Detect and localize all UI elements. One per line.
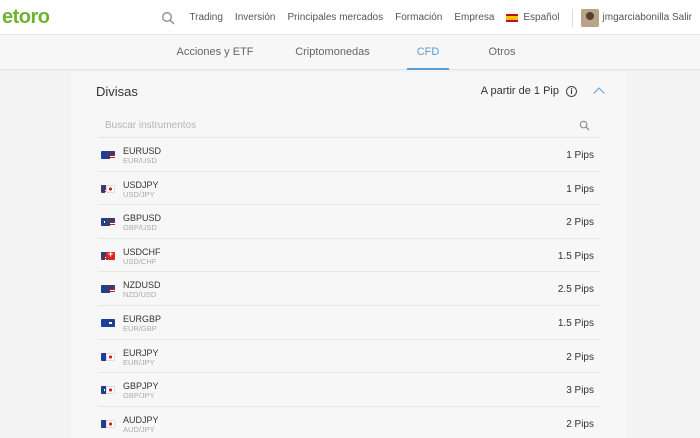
nav-formacion[interactable]: Formación: [395, 12, 442, 23]
market-tabs: Acciones y ETF Criptomonedas CFD Otros: [0, 35, 700, 70]
instrument-pair: GBP/JPY: [123, 391, 155, 401]
divisas-panel: Divisas A partir de 1 Pip i EURUSDEUR/US…: [71, 72, 627, 438]
panel-header-right: A partir de 1 Pip i: [480, 85, 605, 99]
instrument-symbol[interactable]: EURGBP: [123, 314, 161, 324]
instrument-symbol[interactable]: NZDUSD: [123, 280, 161, 290]
spread-label: A partir de 1 Pip: [480, 85, 559, 97]
instrument-symbol[interactable]: AUDJPY: [123, 415, 159, 425]
instrument-spread: 2 Pips: [566, 351, 594, 363]
avatar[interactable]: [580, 8, 599, 27]
list-item[interactable]: USDJPY USD/JPY 1 Pips: [98, 172, 600, 206]
instrument-symbol[interactable]: EURUSD: [123, 146, 161, 156]
instrument-pair: AUD/JPY: [123, 424, 155, 434]
currency-flags-icon: [101, 352, 115, 361]
instrument-symbol[interactable]: EURJPY: [123, 348, 159, 358]
nav-empresa[interactable]: Empresa: [454, 12, 494, 23]
instrument-spread: 1 Pips: [566, 183, 594, 195]
spain-flag-icon[interactable]: [506, 13, 519, 22]
info-icon[interactable]: i: [566, 85, 577, 97]
currency-flags-icon: [101, 184, 115, 193]
tab-otros[interactable]: Otros: [482, 35, 522, 70]
chevron-up-icon[interactable]: [593, 87, 605, 99]
list-item[interactable]: USDCHFUSD/CHF 1.5 Pips: [98, 239, 600, 273]
instrument-spread: 1 Pips: [566, 150, 594, 161]
panel-title: Divisas: [96, 84, 138, 99]
instrument-spread: 1.5 Pips: [557, 250, 594, 262]
tab-criptomonedas[interactable]: Criptomonedas: [290, 35, 375, 70]
search-icon[interactable]: [161, 11, 175, 25]
instrument-spread: 2 Pips: [566, 217, 594, 229]
list-item[interactable]: EURGBP EUR/GBP 1.5 Pips: [98, 306, 600, 340]
nav-trading[interactable]: Trading: [189, 12, 223, 23]
search-input[interactable]: [98, 114, 558, 136]
tab-cfd[interactable]: CFD: [407, 35, 449, 70]
list-item[interactable]: EURUSD EUR/USD 1 Pips: [98, 138, 600, 172]
instrument-symbol[interactable]: USDJPY: [123, 180, 159, 190]
instrument-pair: EUR/USD: [123, 156, 157, 165]
instrument-spread: 1.5 Pips: [557, 317, 594, 329]
instrument-spread: 2 Pips: [566, 418, 594, 430]
search-icon[interactable]: [579, 120, 590, 131]
etoro-logo[interactable]: etoro: [2, 6, 50, 29]
instrument-pair: GBP/USD: [123, 223, 157, 233]
list-item[interactable]: GBPJPY GBP/JPY 3 Pips: [98, 373, 600, 407]
currency-flags-icon: [101, 151, 115, 159]
list-item[interactable]: NZDUSD NZD/USD 2.5 Pips: [98, 272, 600, 306]
currency-flags-icon: [101, 218, 115, 227]
tab-acciones-etf[interactable]: Acciones y ETF: [170, 35, 260, 70]
top-header: etoro Trading Inversión Principales merc…: [0, 0, 700, 35]
instrument-symbol[interactable]: USDCHF: [123, 247, 161, 257]
instrument-spread: 2.5 Pips: [557, 284, 594, 296]
currency-flags-icon: [101, 386, 115, 395]
instrument-pair: EUR/GBP: [123, 323, 157, 333]
nav-principales-mercados[interactable]: Principales mercados: [288, 12, 384, 23]
language-selector[interactable]: Español: [523, 12, 559, 23]
instrument-pair: USD/JPY: [123, 189, 155, 199]
instrument-pair: EUR/JPY: [123, 357, 155, 367]
list-item[interactable]: EURJPY EUR/JPY 2 Pips: [98, 340, 600, 374]
instrument-pair: USD/CHF: [123, 256, 157, 266]
list-item[interactable]: GBPUSD GBP/USD 2 Pips: [98, 205, 600, 239]
main-nav: Trading Inversión Principales mercados F…: [161, 0, 700, 35]
instrument-search: [98, 114, 600, 138]
instrument-list: EURUSD EUR/USD 1 Pips USDJPY USD/JPY 1 Pips GB…: [98, 138, 600, 438]
instrument-spread: 3 Pips: [566, 385, 594, 397]
instrument-pair: NZD/USD: [123, 290, 157, 300]
instrument-symbol[interactable]: GBPJPY: [123, 381, 159, 391]
instrument-symbol[interactable]: GBPUSD: [123, 213, 161, 223]
currency-flags-icon: [101, 318, 115, 327]
header-divider: [571, 8, 573, 27]
currency-flags-icon: [101, 251, 115, 260]
user-menu[interactable]: jmgarciabonilla Salir: [603, 12, 692, 23]
list-item[interactable]: AUDJPY AUD/JPY 2 Pips: [98, 407, 600, 438]
nav-inversion[interactable]: Inversión: [235, 12, 276, 23]
currency-flags-icon: [101, 419, 115, 428]
currency-flags-icon: [101, 285, 115, 294]
